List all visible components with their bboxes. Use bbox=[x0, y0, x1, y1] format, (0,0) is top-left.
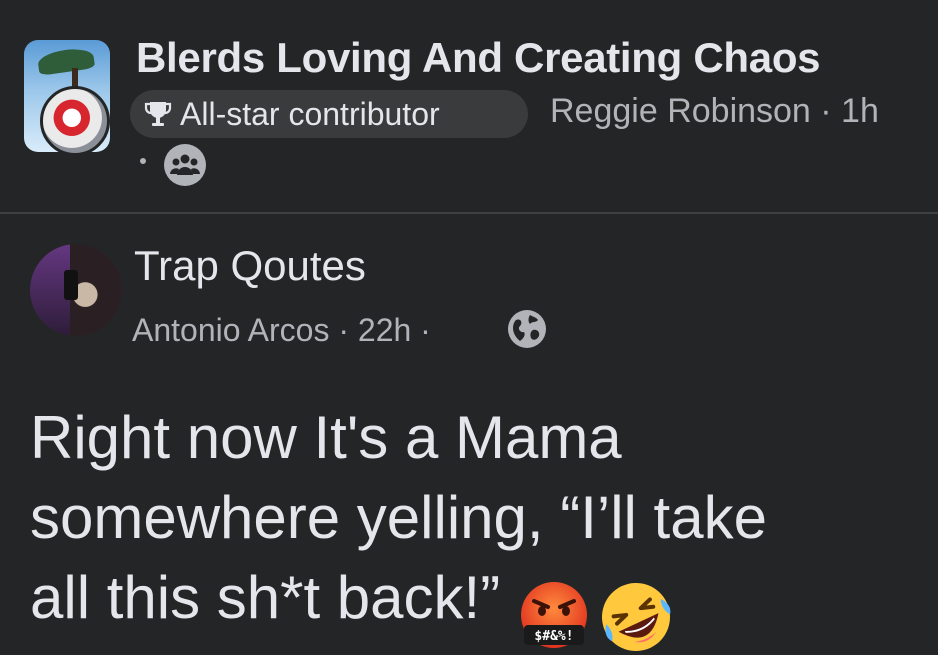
shared-post-author-time[interactable]: Antonio Arcos · 22h · bbox=[132, 312, 431, 349]
cursing-symbols: $#&%! bbox=[535, 629, 574, 644]
trophy-icon bbox=[144, 102, 172, 126]
badge-label: All-star contributor bbox=[180, 95, 440, 132]
group-avatar-artwork bbox=[36, 46, 96, 76]
globe-icon[interactable] bbox=[506, 308, 548, 350]
group-name[interactable]: Blerds Loving And Creating Chaos bbox=[136, 34, 821, 82]
poster-name-and-time[interactable]: Reggie Robinson · 1h bbox=[550, 92, 879, 131]
page-avatar[interactable] bbox=[30, 244, 122, 336]
poster-avatar[interactable] bbox=[40, 86, 110, 156]
post-text-line: Right now It's a Mama bbox=[30, 404, 622, 471]
rolling-laughing-emoji bbox=[602, 583, 671, 652]
group-post-header: Blerds Loving And Creating Chaos All-sta… bbox=[0, 0, 938, 212]
all-star-contributor-badge[interactable]: All-star contributor bbox=[130, 90, 528, 138]
separator-dot bbox=[140, 158, 146, 164]
shared-page-name[interactable]: Trap Qoutes bbox=[134, 242, 366, 290]
group-members-icon[interactable] bbox=[162, 142, 208, 188]
post-text-line: somewhere yelling, “I’ll take bbox=[30, 484, 767, 551]
cursing-face-emoji: $#&%! bbox=[521, 582, 588, 649]
divider bbox=[0, 212, 938, 214]
post-text-line-with-emoji: all this sh*t back!” $#&%! bbox=[30, 558, 930, 655]
post-text-line: all this sh*t back!” bbox=[30, 564, 501, 631]
page-avatar-photo-phone bbox=[64, 270, 78, 300]
emoji-group: $#&%! bbox=[514, 572, 678, 655]
post-body: Right now It's a Mama somewhere yelling,… bbox=[30, 398, 930, 655]
